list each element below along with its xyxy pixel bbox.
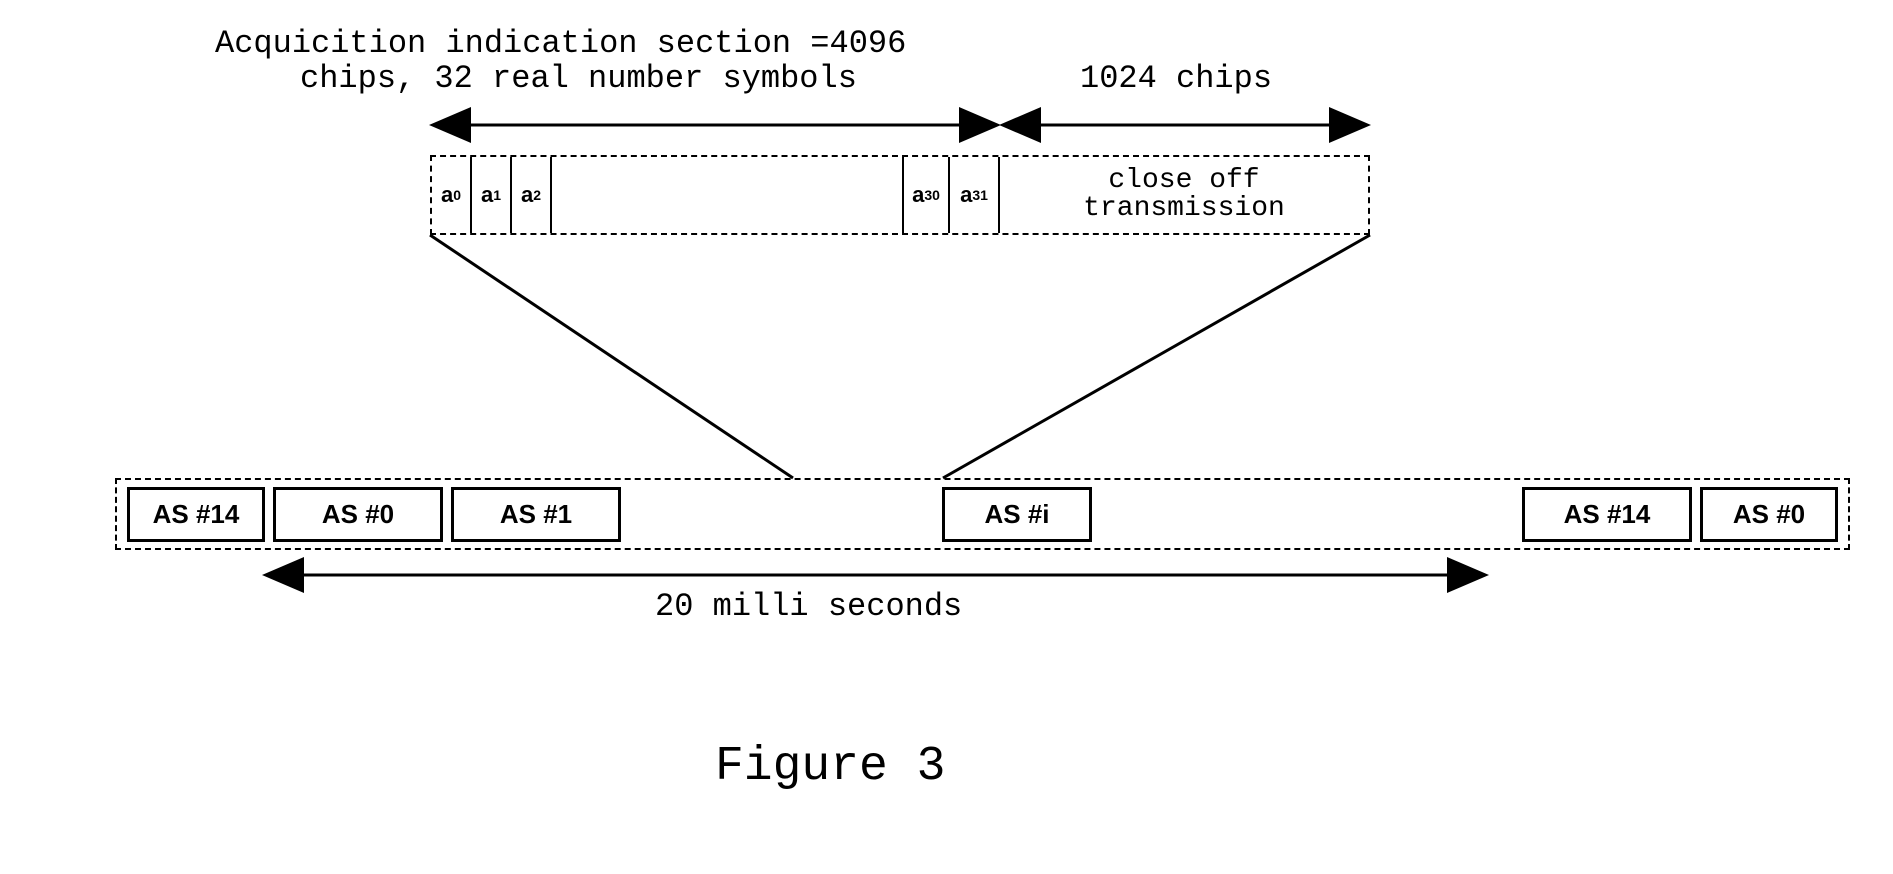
symbol-a31: a31 bbox=[950, 157, 998, 233]
close-off-line1: close off bbox=[1108, 167, 1259, 195]
close-off-transmission-cell: close off transmission bbox=[998, 157, 1368, 233]
duration-label: 20 milli seconds bbox=[655, 588, 962, 625]
frame-structure-diagram: Acquicition indication section =4096 chi… bbox=[20, 20, 1870, 850]
symbol-ellipsis-gap bbox=[552, 157, 902, 233]
slot-as1: AS #1 bbox=[451, 487, 621, 542]
chips-1024-label: 1024 chips bbox=[1080, 60, 1272, 97]
symbol-a0: a0 bbox=[432, 157, 472, 233]
acquisition-label-line1: Acquicition indication section =4096 bbox=[215, 25, 906, 62]
symbol-a30: a30 bbox=[902, 157, 950, 233]
dimension-arrows bbox=[20, 20, 1870, 850]
access-slot-sequence: AS #14 AS #0 AS #1 AS #i AS #14 AS #0 bbox=[115, 478, 1850, 550]
slot-as0-next: AS #0 bbox=[1700, 487, 1838, 542]
slot-as14-prev: AS #14 bbox=[127, 487, 265, 542]
symbol-a2: a2 bbox=[512, 157, 552, 233]
slot-as0: AS #0 bbox=[273, 487, 443, 542]
acquisition-label-line2: chips, 32 real number symbols bbox=[300, 60, 857, 97]
access-slot-detail: a0 a1 a2 a30 a31 close off transmission bbox=[430, 155, 1370, 235]
figure-caption: Figure 3 bbox=[715, 740, 945, 794]
symbol-a1: a1 bbox=[472, 157, 512, 233]
slot-as14: AS #14 bbox=[1522, 487, 1692, 542]
slot-asi: AS #i bbox=[942, 487, 1092, 542]
close-off-line2: transmission bbox=[1083, 195, 1285, 223]
